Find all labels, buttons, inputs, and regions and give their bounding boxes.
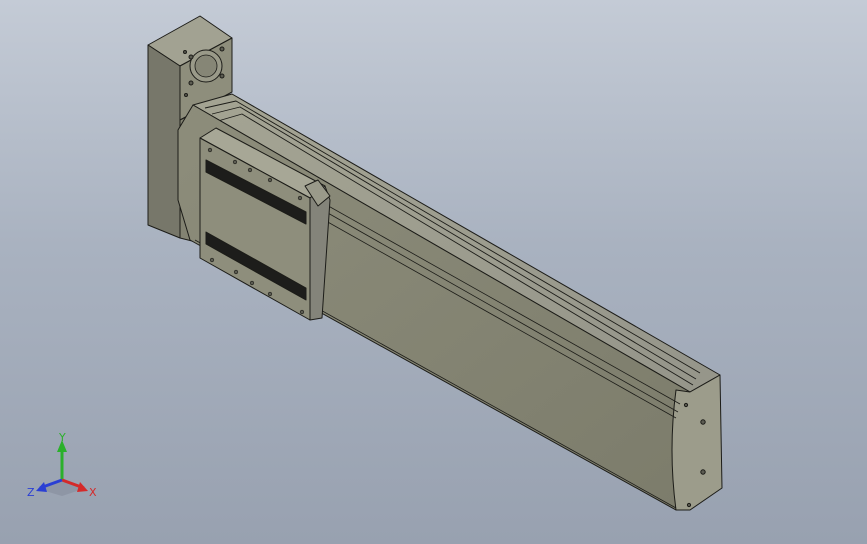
- z-axis-label: Z: [27, 486, 35, 499]
- x-axis-label: X: [89, 486, 97, 499]
- x-arrow-icon: [77, 482, 88, 492]
- rail-end-cap: [671, 374, 723, 511]
- y-axis-label: Y: [58, 431, 66, 444]
- z-arrow-icon: [36, 482, 47, 492]
- coordinate-triad: Y X Z: [27, 431, 97, 499]
- linear-actuator-model[interactable]: [0, 0, 867, 544]
- graphics-viewport[interactable]: Y X Z: [0, 0, 867, 544]
